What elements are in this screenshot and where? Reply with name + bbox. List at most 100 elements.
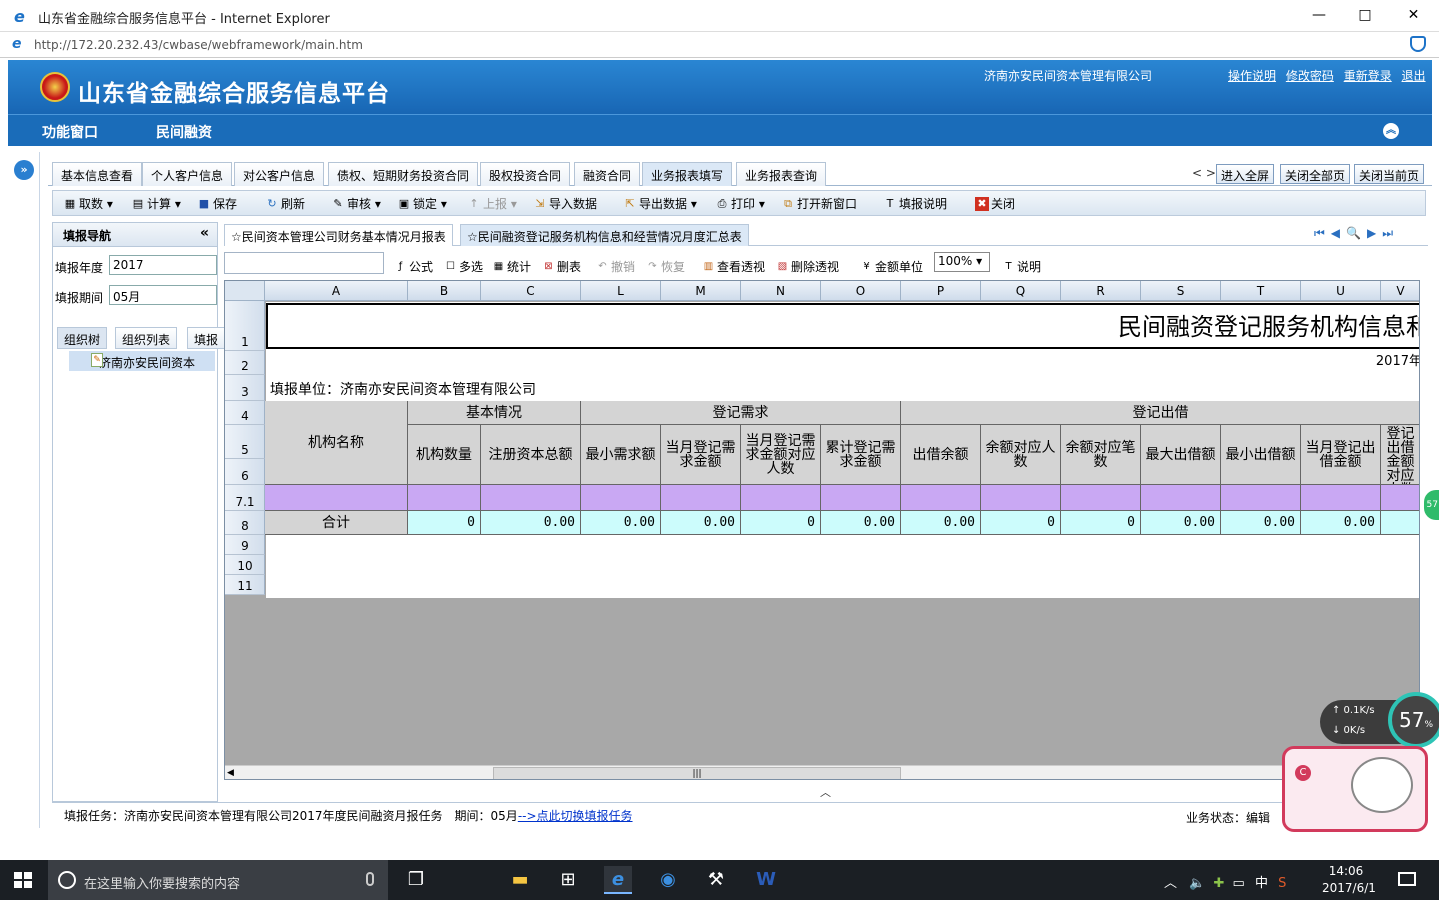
close-window-button[interactable]: ✕ — [1388, 0, 1439, 32]
input-cell[interactable] — [661, 485, 741, 511]
total-value[interactable]: 0.00 — [481, 511, 581, 535]
rt-help[interactable]: T 说明 — [1002, 258, 1041, 275]
row-header[interactable]: 3 — [225, 375, 265, 401]
subtab-fill[interactable]: 填报 — [187, 327, 226, 349]
column-header[interactable]: R — [1061, 281, 1141, 301]
report-tab-registration-summary[interactable]: ☆民间融资登记服务机构信息和经营情况月度汇总表 — [460, 224, 749, 246]
column-title[interactable]: 最小需求额 — [581, 425, 661, 485]
tab-scroll-arrows[interactable]: < > — [1192, 166, 1216, 180]
toolbar-save[interactable]: ■ 保存 — [197, 195, 237, 212]
column-title[interactable]: 累计登记需求金额 — [821, 425, 901, 485]
help-link[interactable]: 操作说明 — [1228, 69, 1276, 83]
row-header[interactable]: 6 — [225, 459, 265, 485]
total-value[interactable]: 0.00 — [1221, 511, 1301, 535]
windows-start-icon[interactable] — [14, 872, 32, 888]
subtab-org-list[interactable]: 组织列表 — [115, 327, 178, 349]
logout-link[interactable]: 退出 — [1402, 69, 1426, 83]
column-title[interactable]: 当月登记需求金额 — [661, 425, 741, 485]
period-input[interactable]: 05月 — [109, 285, 217, 305]
change-password-link[interactable]: 修改密码 — [1286, 69, 1334, 83]
relogin-link[interactable]: 重新登录 — [1344, 69, 1392, 83]
store-icon[interactable]: ⊞ — [554, 866, 582, 894]
column-header[interactable]: A — [265, 281, 408, 301]
task-view-icon[interactable]: ❐ — [402, 866, 430, 894]
rt-formula[interactable]: ƒ 公式 — [394, 258, 433, 275]
input-cell[interactable] — [1301, 485, 1381, 511]
side-green-tab[interactable]: 57 — [1424, 490, 1439, 520]
column-header[interactable]: T — [1221, 281, 1301, 301]
network-icon[interactable]: ▭ — [1233, 876, 1245, 891]
tab-personal-clients[interactable]: 个人客户信息 — [142, 162, 233, 186]
column-header[interactable]: B — [408, 281, 481, 301]
rt-multiselect[interactable]: ☐ 多选 — [444, 258, 483, 275]
row-header[interactable]: 9 — [225, 535, 265, 555]
input-cell[interactable] — [1381, 485, 1419, 511]
fullscreen-button[interactable]: 进入全屏 — [1216, 164, 1275, 184]
toolbar-refresh[interactable]: ↻ 刷新 — [265, 195, 305, 212]
row-header[interactable]: 11 — [225, 575, 265, 595]
total-value[interactable]: 0.00 — [1301, 511, 1381, 535]
tab-equity-contracts[interactable]: 股权投资合同 — [480, 162, 571, 186]
input-cell[interactable] — [408, 485, 481, 511]
column-title[interactable]: 当月登记需求金额对应人数 — [741, 425, 821, 485]
column-header[interactable]: U — [1301, 281, 1381, 301]
input-cell[interactable] — [821, 485, 901, 511]
toolbar-audit[interactable]: ✎ 审核 ▾ — [331, 195, 380, 212]
maximize-button[interactable]: □ — [1342, 0, 1388, 32]
toolbar-fill-instructions[interactable]: T 填报说明 — [883, 195, 947, 212]
network-speed-widget[interactable]: ↑ 0.1K/s ↓ 0K/s 57% — [1320, 692, 1439, 748]
nav-private-finance[interactable]: 民间融资 — [156, 122, 212, 142]
row-header[interactable]: 4 — [225, 401, 265, 425]
security-icon[interactable]: ✚ — [1213, 876, 1224, 891]
formula-input[interactable] — [224, 252, 384, 274]
toolbar-print[interactable]: ⎙ 打印 ▾ — [715, 195, 765, 212]
ime-indicator[interactable]: 中 — [1255, 876, 1268, 891]
report-pager[interactable]: ⏮◀🔍▶⏭ — [1314, 226, 1399, 241]
column-title[interactable]: 余额对应人数 — [981, 425, 1061, 485]
toolbar-upload[interactable]: ↑ 上报 ▾ — [467, 195, 516, 212]
close-all-pages-button[interactable]: 关闭全部页 — [1280, 164, 1351, 184]
volume-icon[interactable]: 🔈 — [1189, 876, 1205, 891]
report-title[interactable]: 民间融资登记服务机构信息和经营情况月度汇总表 — [266, 303, 1419, 349]
input-cell[interactable] — [581, 485, 661, 511]
column-title[interactable]: 注册资本总额 — [481, 425, 581, 485]
toolbar-close[interactable]: ✖ 关闭 — [975, 195, 1015, 212]
switch-task-link[interactable]: -->点此切换填报任务 — [518, 809, 633, 823]
qq-browser-icon[interactable]: ◉ — [654, 866, 682, 894]
report-tab-monthly-finance[interactable]: ☆民间资本管理公司财务基本情况月报表 — [224, 224, 453, 246]
total-value[interactable]: 0.00 — [1141, 511, 1221, 535]
column-header[interactable]: O — [821, 281, 901, 301]
column-header[interactable]: Q — [981, 281, 1061, 301]
input-cell[interactable] — [741, 485, 821, 511]
toolbar-export[interactable]: ⇱ 导出数据 ▾ — [623, 195, 696, 212]
toolbar-new-window[interactable]: ⧉ 打开新窗口 — [781, 195, 857, 212]
rt-view-pivot[interactable]: ▥ 查看透视 — [702, 258, 765, 275]
subtab-org-tree[interactable]: 组织树 — [57, 327, 108, 349]
show-hidden-icon[interactable]: ︿ — [1164, 876, 1177, 891]
row-header[interactable]: 8 — [225, 511, 265, 535]
column-title[interactable]: 出借余额 — [901, 425, 981, 485]
total-value[interactable]: 0 — [1061, 511, 1141, 535]
column-title[interactable]: 余额对应笔数 — [1061, 425, 1141, 485]
rt-stats[interactable]: ▦ 统计 — [492, 258, 531, 275]
group-demand[interactable]: 登记需求 — [581, 401, 901, 425]
total-value[interactable]: 0.00 — [821, 511, 901, 535]
rt-delete-table[interactable]: ⊠ 删表 — [542, 258, 581, 275]
total-value[interactable]: 0 — [408, 511, 481, 535]
total-label[interactable]: 合计 — [265, 511, 408, 535]
taskbar-clock[interactable]: 14:06 2017/6/1 — [1322, 863, 1376, 897]
column-title[interactable]: 最大出借额 — [1141, 425, 1221, 485]
column-title[interactable]: 最小出借额 — [1221, 425, 1301, 485]
row-header[interactable]: 2 — [225, 351, 265, 375]
ie-taskbar-icon[interactable]: e — [604, 866, 632, 894]
rt-redo[interactable]: ↷ 恢复 — [646, 258, 685, 275]
total-value[interactable]: 0.00 — [661, 511, 741, 535]
zoom-select[interactable]: 100% ▾ — [934, 252, 990, 272]
column-header[interactable]: P — [901, 281, 981, 301]
shield-icon[interactable] — [1410, 36, 1426, 52]
tab-debt-contracts[interactable]: 债权、短期财务投资合同 — [328, 162, 479, 186]
column-title[interactable]: 机构数量 — [408, 425, 481, 485]
column-header[interactable]: M — [661, 281, 741, 301]
column-header[interactable]: N — [741, 281, 821, 301]
sogou-icon[interactable]: S — [1278, 876, 1286, 891]
